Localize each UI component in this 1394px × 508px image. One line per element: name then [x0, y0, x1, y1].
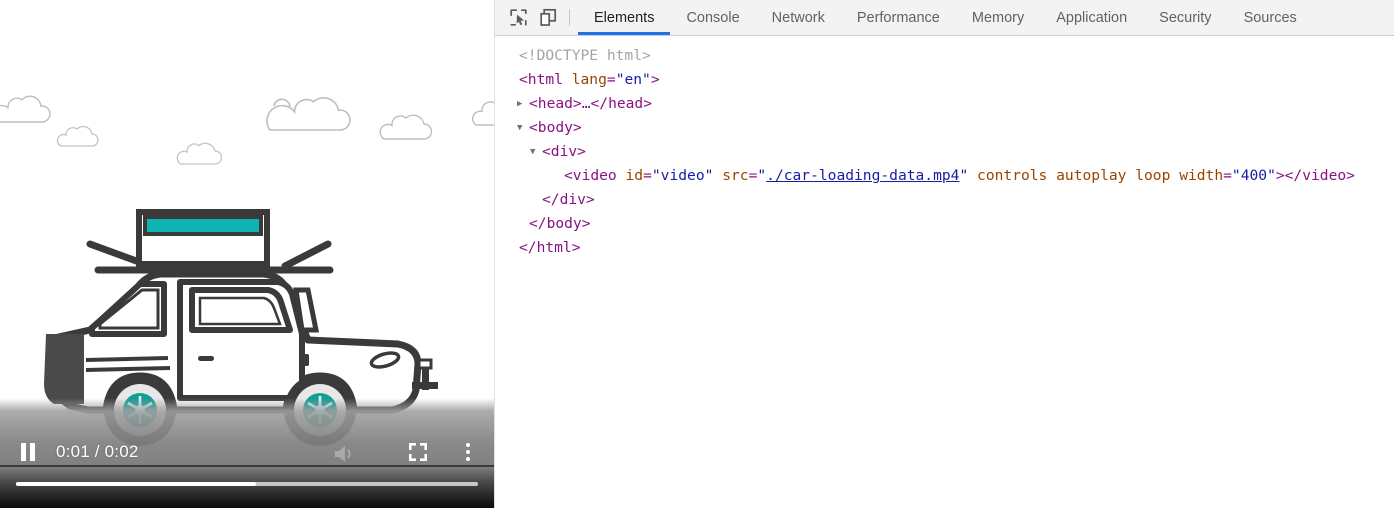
- attr-value-lang: "en": [615, 71, 651, 88]
- tab-application[interactable]: Application: [1040, 0, 1143, 35]
- cloud-icon: [56, 124, 100, 150]
- head-tag: <head>…</head>: [529, 95, 653, 112]
- device-toolbar-icon[interactable]: [533, 0, 563, 35]
- chevron-right-icon[interactable]: [517, 92, 529, 116]
- tab-security[interactable]: Security: [1143, 0, 1227, 35]
- video-tag-close: ></video>: [1275, 167, 1355, 184]
- attr-name-controls: controls: [977, 167, 1048, 184]
- attr-value-id: "video": [651, 167, 714, 184]
- menu-dot: [466, 457, 470, 461]
- tab-network[interactable]: Network: [756, 0, 841, 35]
- dom-node-head[interactable]: <head>…</head>: [495, 92, 1394, 116]
- attr-name-id: id: [625, 167, 644, 184]
- attr-name-loop: loop: [1135, 167, 1171, 184]
- tab-label: Memory: [971, 9, 1025, 26]
- tab-label: Sources: [1243, 9, 1297, 26]
- doctype-text: <!DOCTYPE html>: [519, 47, 651, 64]
- dom-node-html-close[interactable]: </html>: [495, 236, 1394, 260]
- tab-memory[interactable]: Memory: [956, 0, 1040, 35]
- menu-dot: [466, 443, 470, 447]
- body-tag: <body>: [529, 119, 582, 136]
- tab-label: Security: [1159, 9, 1212, 26]
- devtools-panel[interactable]: Elements Console Network Performance Mem…: [494, 0, 1394, 508]
- cloud-icon: [378, 112, 434, 144]
- tab-elements[interactable]: Elements: [578, 0, 671, 35]
- tab-label: Elements: [594, 9, 655, 26]
- pause-bar-right: [30, 443, 35, 461]
- attr-value-width: "400": [1231, 167, 1276, 184]
- progress-fill: [16, 482, 257, 486]
- video-controls[interactable]: 0:01 / 0:02: [0, 430, 494, 508]
- tab-label: Performance: [856, 9, 940, 26]
- devtools-tabs[interactable]: Elements Console Network Performance Mem…: [578, 0, 1313, 35]
- cloud-icon: [176, 140, 224, 168]
- src-quote-close: ": [959, 167, 969, 184]
- html-tag: <html: [519, 71, 563, 88]
- tab-label: Console: [686, 9, 740, 26]
- time-display: 0:01 / 0:02: [56, 442, 139, 461]
- dom-node-body[interactable]: <body>: [495, 116, 1394, 140]
- dom-node-html[interactable]: <html lang="en">: [495, 68, 1394, 92]
- attr-name-width: width: [1179, 167, 1224, 184]
- cloud-icon: [470, 98, 494, 130]
- body-close-tag: </body>: [529, 215, 591, 232]
- dom-node-video[interactable]: <video id="video" src="./car-loading-dat…: [495, 164, 1394, 188]
- tab-console[interactable]: Console: [670, 0, 755, 35]
- menu-dot: [466, 450, 470, 454]
- attr-name-autoplay: autoplay: [1056, 167, 1127, 184]
- devtools-toolbar[interactable]: Elements Console Network Performance Mem…: [495, 0, 1394, 36]
- cloud-icon: [258, 88, 358, 136]
- dom-node-doctype[interactable]: <!DOCTYPE html>: [495, 44, 1394, 68]
- progress-bar[interactable]: [0, 482, 494, 488]
- play-pause-button[interactable]: [6, 430, 50, 474]
- tab-performance[interactable]: Performance: [841, 0, 956, 35]
- attr-value-src-link[interactable]: ./car-loading-data.mp4: [766, 167, 959, 184]
- pause-bar-left: [21, 443, 26, 461]
- inspect-element-icon[interactable]: [503, 0, 533, 35]
- video-player[interactable]: 0:01 / 0:02: [0, 0, 494, 508]
- dom-node-div-close[interactable]: </div>: [495, 188, 1394, 212]
- div-close-tag: </div>: [542, 191, 595, 208]
- cloud-icon: [0, 92, 54, 126]
- html-close-tag: </html>: [519, 239, 581, 256]
- src-quote-open: ": [757, 167, 767, 184]
- div-tag: <div>: [542, 143, 586, 160]
- attr-name-lang: lang: [571, 71, 607, 88]
- tab-label: Network: [771, 9, 825, 26]
- fullscreen-button[interactable]: [398, 430, 438, 474]
- more-options-button[interactable]: [450, 430, 486, 474]
- chevron-down-icon[interactable]: [517, 116, 529, 140]
- tab-sources[interactable]: Sources: [1228, 0, 1313, 35]
- html-tag-close-bracket: >: [650, 71, 660, 88]
- toolbar-divider: [569, 9, 570, 26]
- devtools-browser-screen: 0:01 / 0:02 Elements Console Network Per…: [0, 0, 1394, 508]
- dom-node-div[interactable]: <div>: [495, 140, 1394, 164]
- elements-panel[interactable]: <!DOCTYPE html> <html lang="en"> <head>……: [495, 36, 1394, 508]
- chevron-down-icon[interactable]: [530, 140, 542, 164]
- tab-label: Application: [1056, 9, 1128, 26]
- dom-node-body-close[interactable]: </body>: [495, 212, 1394, 236]
- progress-track[interactable]: [16, 482, 478, 486]
- video-tag: <video: [564, 167, 617, 184]
- attr-name-src: src: [722, 167, 749, 184]
- dom-tree[interactable]: <!DOCTYPE html> <html lang="en"> <head>……: [495, 44, 1394, 260]
